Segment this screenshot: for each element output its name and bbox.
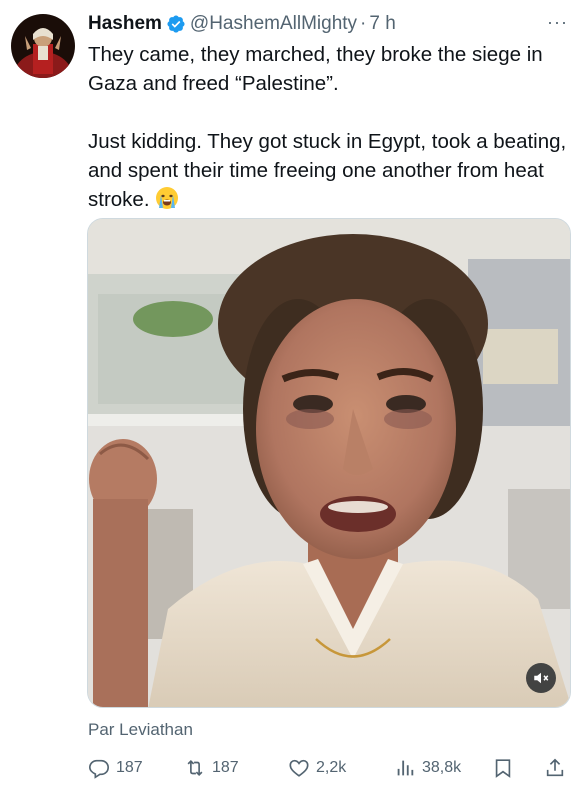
crying-face-emoji xyxy=(155,186,179,210)
tweet-paragraph-2: Just kidding. They got stuck in Egypt, t… xyxy=(88,127,572,214)
reply-count: 187 xyxy=(116,759,143,776)
tweet-actions: 187 187 2,2k 38,8k xyxy=(88,754,572,782)
share-button[interactable] xyxy=(544,757,566,779)
tweet-header: Hashem @HashemAllMighty · 7 h ··· xyxy=(88,10,568,38)
views-count: 38,8k xyxy=(422,759,462,776)
bookmark-button[interactable] xyxy=(492,757,514,779)
author-name[interactable]: Hashem xyxy=(88,13,162,35)
bookmark-icon xyxy=(495,759,511,778)
repost-count: 187 xyxy=(212,759,239,776)
verified-badge-icon xyxy=(166,14,186,34)
tweet[interactable]: Hashem @HashemAllMighty · 7 h ··· They c… xyxy=(0,0,582,800)
mute-icon[interactable] xyxy=(526,663,556,693)
tweet-video[interactable] xyxy=(87,218,571,708)
views-button[interactable]: 38,8k xyxy=(394,757,461,779)
repost-icon xyxy=(187,759,203,777)
like-icon xyxy=(289,759,309,777)
tweet-paragraph-1: They came, they marched, they broke the … xyxy=(88,43,543,95)
timestamp[interactable]: 7 h xyxy=(369,13,395,35)
video-frame xyxy=(88,219,570,707)
like-button[interactable]: 2,2k xyxy=(288,757,346,779)
video-credit[interactable]: Par Leviathan xyxy=(88,720,193,740)
like-count: 2,2k xyxy=(316,759,347,776)
author-handle[interactable]: @HashemAllMighty xyxy=(190,13,357,35)
reply-icon xyxy=(89,759,109,779)
separator-dot: · xyxy=(360,13,367,34)
more-icon[interactable]: ··· xyxy=(547,12,568,33)
tweet-text: They came, they marched, they broke the … xyxy=(88,40,572,214)
avatar[interactable] xyxy=(11,14,75,78)
views-icon xyxy=(397,760,414,776)
share-icon xyxy=(546,758,564,777)
reply-button[interactable]: 187 xyxy=(88,757,143,779)
repost-button[interactable]: 187 xyxy=(184,757,239,779)
